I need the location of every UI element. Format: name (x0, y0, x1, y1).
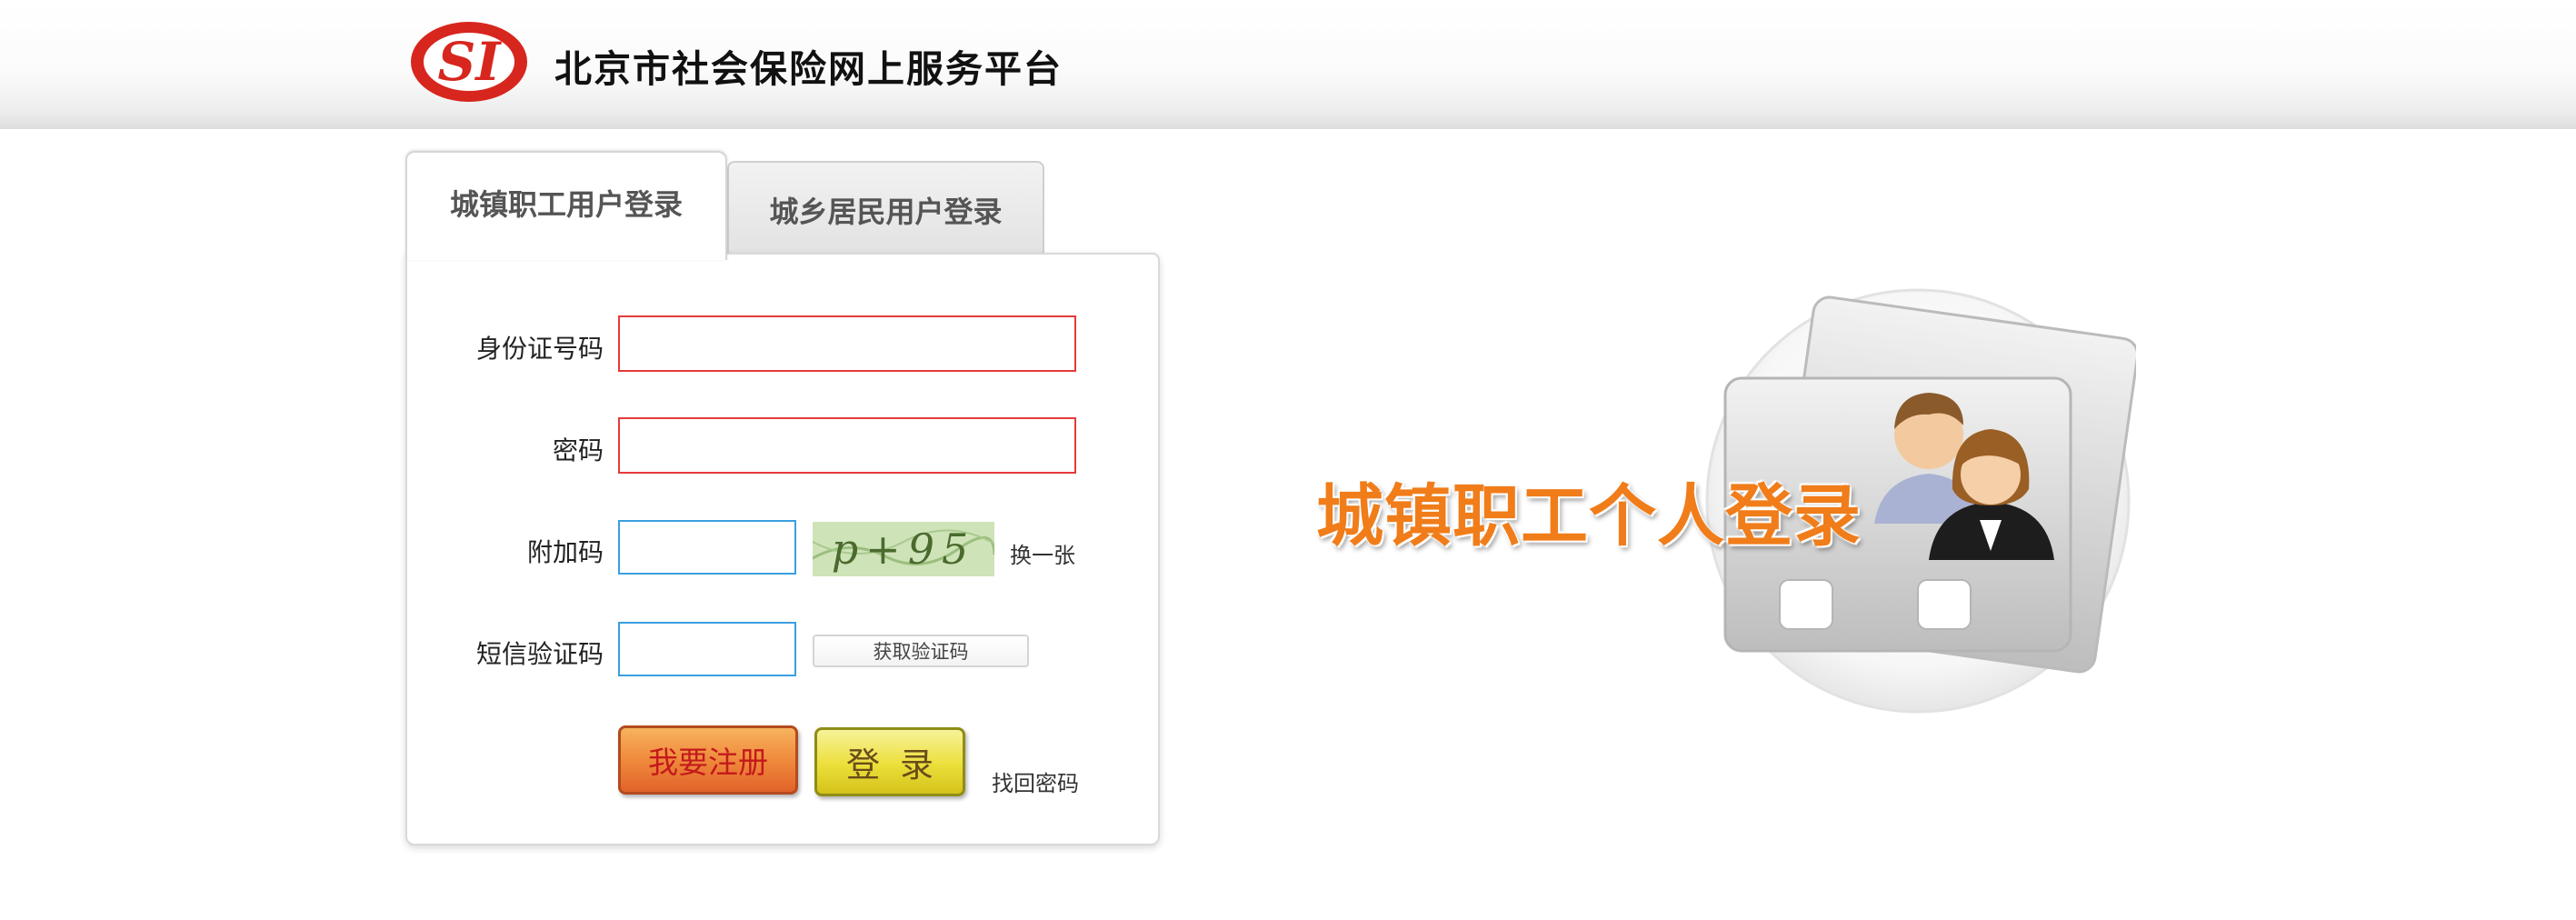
password-label: 密码 (552, 435, 604, 465)
id-number-label: 身份证号码 (475, 334, 604, 364)
tab-urban-rural-resident-login[interactable]: 城乡居民用户登录 (727, 161, 1044, 255)
refresh-captcha-link[interactable]: 换一张 (1010, 537, 1075, 569)
login-button[interactable]: 登录 (814, 727, 965, 796)
get-sms-code-button[interactable]: 获取验证码 (813, 635, 1029, 667)
header-bar: SI 北京市社会保险网上服务平台 (0, 0, 2576, 129)
captcha-text: p+95 (832, 525, 976, 574)
site-title: 北京市社会保险网上服务平台 (554, 47, 1063, 91)
tab-label: 城镇职工用户登录 (449, 187, 683, 222)
register-button[interactable]: 我要注册 (618, 725, 798, 795)
captcha-image[interactable]: p+95 (813, 522, 994, 576)
sms-code-input[interactable] (618, 622, 796, 676)
banner-heading: 城镇职工个人登录 (1316, 477, 1862, 555)
id-number-input[interactable] (618, 315, 1076, 372)
forgot-password-link[interactable]: 找回密码 (992, 765, 1079, 797)
password-input[interactable] (618, 417, 1076, 474)
si-logo: SI (411, 22, 527, 102)
logo-text: SI (437, 31, 502, 93)
sms-code-label: 短信验证码 (475, 639, 604, 669)
captcha-noise: p+95 (813, 522, 994, 576)
captcha-input[interactable] (618, 520, 796, 575)
tab-label: 城乡居民用户登录 (769, 195, 1003, 229)
tab-urban-employee-login[interactable]: 城镇职工用户登录 (405, 151, 727, 260)
captcha-label: 附加码 (526, 537, 604, 567)
